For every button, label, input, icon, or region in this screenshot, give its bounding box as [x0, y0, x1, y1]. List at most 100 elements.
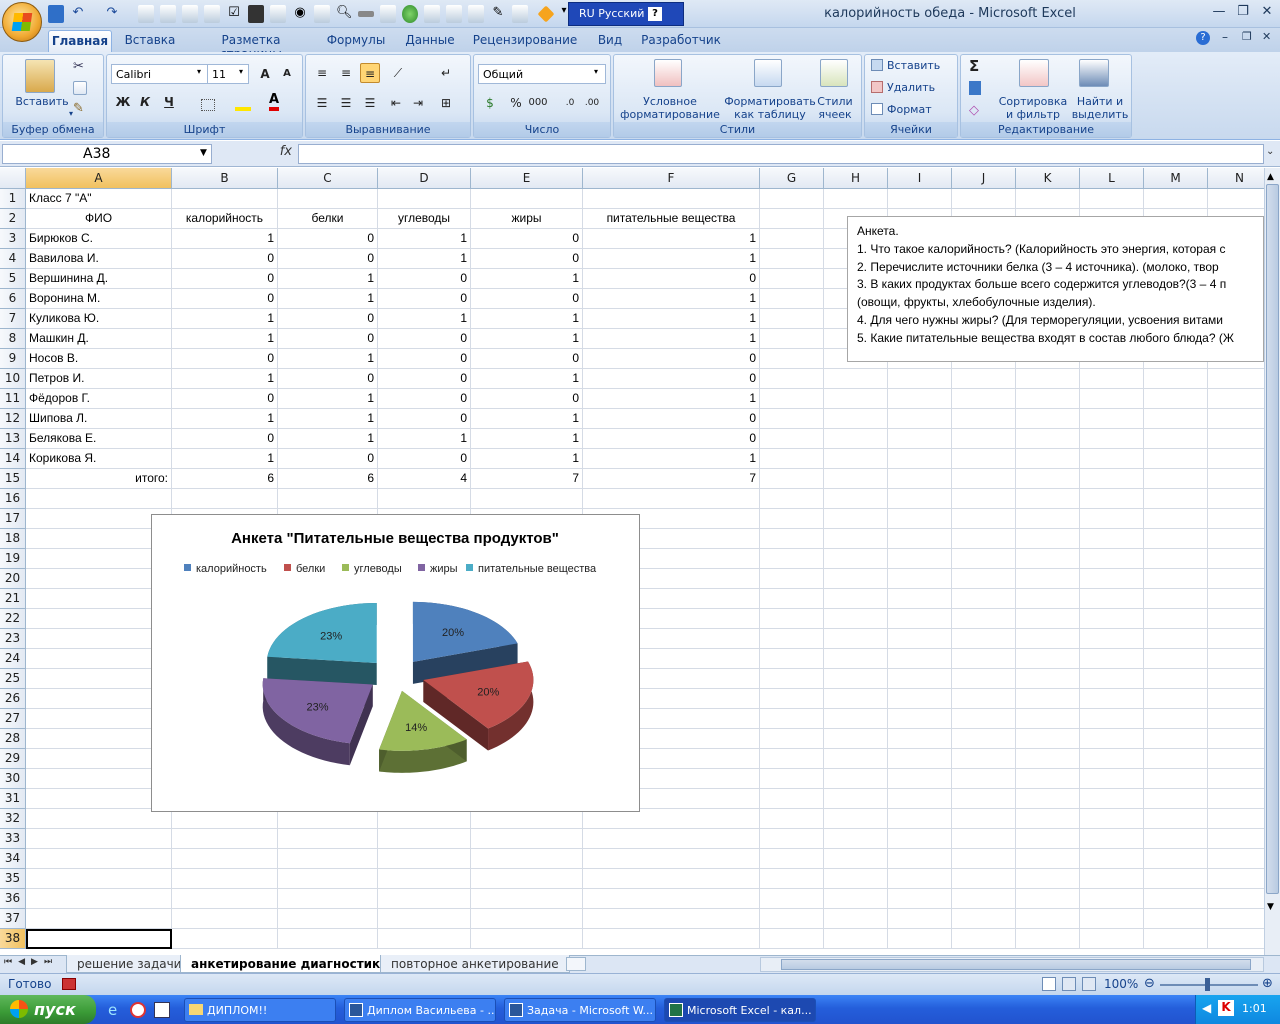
cell[interactable]: [1080, 589, 1144, 609]
cell[interactable]: [1208, 909, 1264, 929]
cell[interactable]: [1016, 489, 1080, 509]
cell[interactable]: [172, 489, 278, 509]
cell[interactable]: [952, 829, 1016, 849]
cell[interactable]: [1080, 629, 1144, 649]
column-header[interactable]: N: [1208, 168, 1264, 189]
cell[interactable]: [1016, 409, 1080, 429]
cell[interactable]: [1208, 489, 1264, 509]
cell[interactable]: 1: [278, 289, 378, 309]
cell[interactable]: [824, 589, 888, 609]
cell[interactable]: [952, 429, 1016, 449]
cell[interactable]: [952, 689, 1016, 709]
currency-icon[interactable]: $: [480, 93, 500, 113]
cell[interactable]: [952, 529, 1016, 549]
row-header[interactable]: 13: [0, 429, 26, 449]
cell[interactable]: [760, 509, 824, 529]
cell[interactable]: 1: [378, 249, 471, 269]
fill-color-icon[interactable]: [235, 97, 251, 111]
sheet-tab-repeat-survey[interactable]: повторное анкетирование: [380, 955, 570, 973]
label-icon[interactable]: [380, 5, 396, 23]
cell[interactable]: 1: [172, 409, 278, 429]
cell[interactable]: [26, 849, 172, 869]
tab-developer[interactable]: Разработчик: [638, 30, 724, 52]
cell[interactable]: [824, 869, 888, 889]
close-icon[interactable]: ✕: [1256, 4, 1278, 22]
cell[interactable]: [278, 489, 378, 509]
delete-cells-icon[interactable]: [871, 81, 883, 93]
row-header[interactable]: 21: [0, 589, 26, 609]
column-header[interactable]: D: [378, 168, 471, 189]
cell[interactable]: [1144, 189, 1208, 209]
cell[interactable]: Вершинина Д.: [26, 269, 172, 289]
cell[interactable]: 1: [471, 449, 583, 469]
cell[interactable]: 0: [378, 449, 471, 469]
cell[interactable]: [952, 409, 1016, 429]
cell[interactable]: [583, 489, 760, 509]
save-icon[interactable]: [48, 5, 64, 23]
cell[interactable]: 1: [172, 369, 278, 389]
cell[interactable]: 1: [378, 309, 471, 329]
pie-slice[interactable]: 23%: [267, 602, 377, 685]
cell[interactable]: [888, 189, 952, 209]
sort-filter-label[interactable]: Сортировка и фильтр: [995, 95, 1071, 121]
cell[interactable]: [1144, 589, 1208, 609]
cell[interactable]: [378, 489, 471, 509]
align-left-icon[interactable]: ☰: [312, 93, 332, 113]
cell[interactable]: [888, 589, 952, 609]
italic-button[interactable]: К: [135, 92, 155, 112]
cell[interactable]: [1080, 869, 1144, 889]
cell[interactable]: 1: [471, 429, 583, 449]
cell[interactable]: [583, 929, 760, 949]
tools-icon[interactable]: [512, 5, 528, 23]
tab-page-layout[interactable]: Разметка страницы: [190, 30, 312, 61]
cell[interactable]: [1016, 769, 1080, 789]
column-header[interactable]: M: [1144, 168, 1208, 189]
cell[interactable]: [172, 869, 278, 889]
cell[interactable]: [760, 469, 824, 489]
combo-icon[interactable]: [204, 5, 220, 23]
cell[interactable]: [952, 789, 1016, 809]
cell[interactable]: [952, 189, 1016, 209]
cell[interactable]: [760, 189, 824, 209]
cell[interactable]: [824, 369, 888, 389]
cell[interactable]: [1016, 649, 1080, 669]
cell[interactable]: углеводы: [378, 209, 471, 229]
cell[interactable]: [471, 869, 583, 889]
cell[interactable]: [888, 929, 952, 949]
cell[interactable]: [952, 929, 1016, 949]
column-header[interactable]: C: [278, 168, 378, 189]
cell[interactable]: [760, 209, 824, 229]
column-header[interactable]: B: [172, 168, 278, 189]
cell[interactable]: [760, 809, 824, 829]
form-icon[interactable]: [160, 5, 176, 23]
row-header[interactable]: 25: [0, 669, 26, 689]
row-header[interactable]: 22: [0, 609, 26, 629]
cell[interactable]: 1: [172, 229, 278, 249]
cell[interactable]: [1080, 569, 1144, 589]
cell[interactable]: [1080, 429, 1144, 449]
cell[interactable]: [824, 789, 888, 809]
cell[interactable]: [1208, 849, 1264, 869]
cell[interactable]: 1: [583, 329, 760, 349]
cell[interactable]: [1208, 889, 1264, 909]
cell[interactable]: [888, 489, 952, 509]
cell[interactable]: [888, 649, 952, 669]
image-icon[interactable]: [248, 5, 264, 23]
cell[interactable]: [172, 829, 278, 849]
cell[interactable]: [888, 429, 952, 449]
cell[interactable]: 0: [378, 389, 471, 409]
cell[interactable]: [1208, 509, 1264, 529]
cell[interactable]: [1208, 429, 1264, 449]
cell[interactable]: [952, 389, 1016, 409]
cell[interactable]: [1016, 189, 1080, 209]
row-header[interactable]: 15: [0, 469, 26, 489]
row-header[interactable]: 26: [0, 689, 26, 709]
expand-formula-icon[interactable]: ⌄: [1266, 146, 1274, 157]
cell[interactable]: [583, 889, 760, 909]
cell[interactable]: [1016, 729, 1080, 749]
scroll-up-icon[interactable]: ▲: [1267, 172, 1274, 182]
cell[interactable]: [952, 609, 1016, 629]
cell[interactable]: 0: [172, 429, 278, 449]
cell[interactable]: [471, 909, 583, 929]
row-header[interactable]: 9: [0, 349, 26, 369]
